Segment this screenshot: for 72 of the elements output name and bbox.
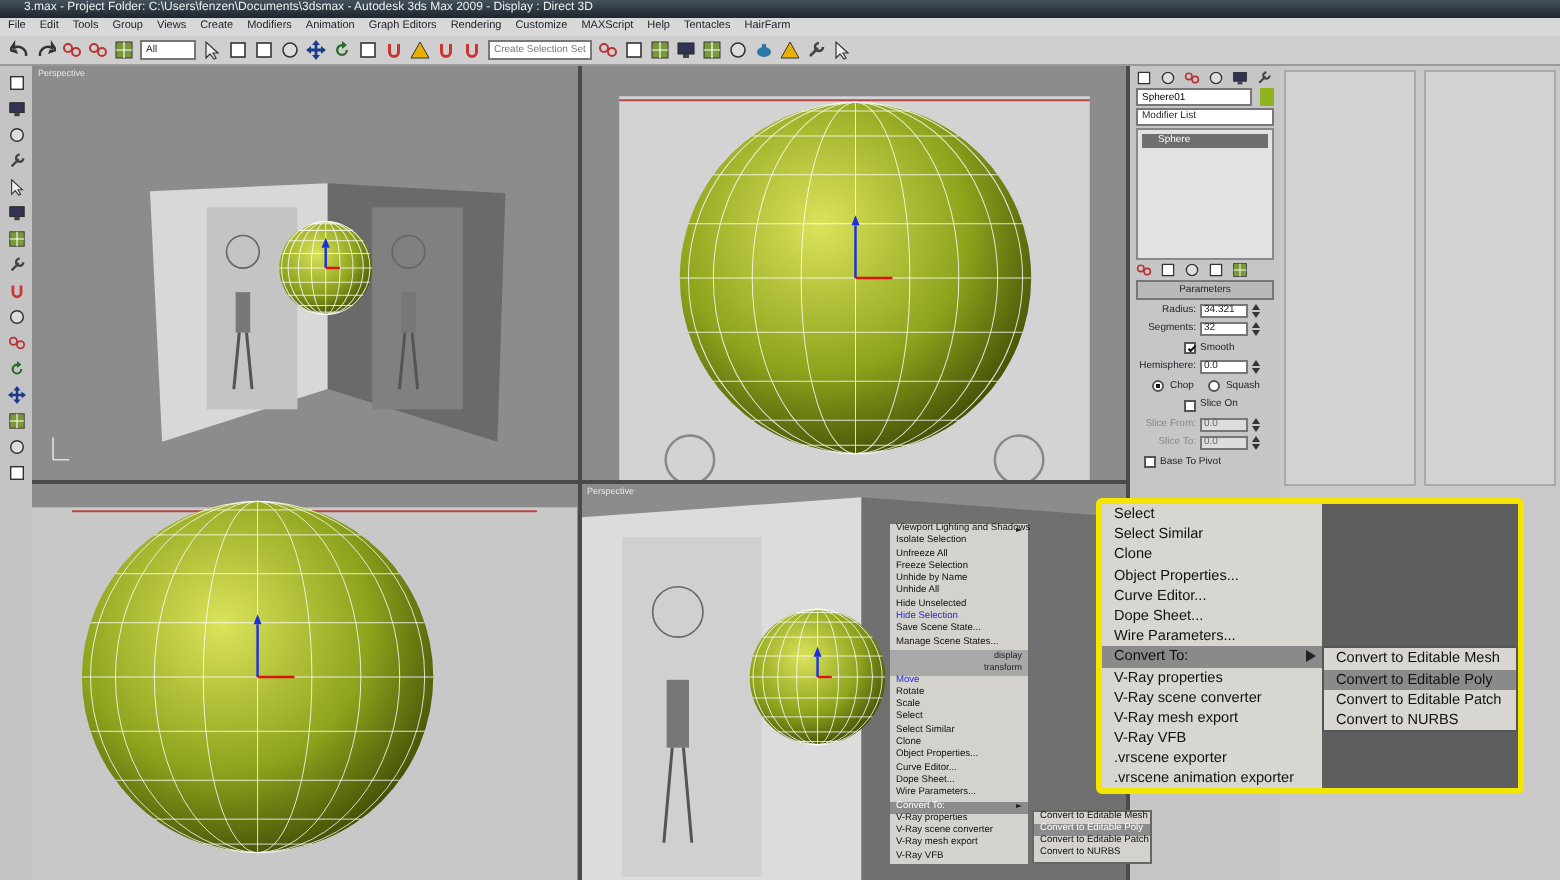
rotate-icon[interactable] (332, 40, 352, 60)
magnet-icon[interactable] (384, 40, 404, 60)
grid-icon[interactable] (114, 40, 134, 60)
square-icon[interactable] (228, 40, 248, 60)
wrench-icon[interactable] (806, 40, 826, 60)
cursor-icon[interactable] (7, 178, 25, 196)
circle-icon[interactable] (1208, 70, 1224, 86)
monitor-icon[interactable] (1232, 70, 1248, 86)
square-icon[interactable] (358, 40, 378, 60)
chain-icon[interactable] (7, 334, 25, 352)
move-gizmo-drawing[interactable] (253, 614, 295, 679)
triangle-icon[interactable] (410, 40, 430, 60)
cursor-icon[interactable] (202, 40, 222, 60)
checkbox[interactable] (1184, 342, 1196, 355)
chain-icon[interactable] (1136, 262, 1152, 278)
circle-icon[interactable] (7, 438, 25, 456)
checkbox[interactable] (1184, 399, 1196, 412)
radio-button[interactable] (1207, 380, 1220, 393)
chain-icon[interactable] (88, 40, 108, 60)
chain-icon[interactable] (62, 40, 82, 60)
square-icon[interactable] (1208, 262, 1224, 278)
monitor-icon[interactable] (7, 100, 25, 118)
viewport[interactable] (581, 66, 1126, 480)
square-icon[interactable] (1160, 262, 1176, 278)
spinner-arrows-icon[interactable] (1252, 303, 1260, 318)
spinner-arrows-icon[interactable] (1252, 436, 1260, 451)
spinner-arrows-icon[interactable] (1252, 417, 1260, 432)
move-icon[interactable] (7, 386, 25, 404)
grid-icon[interactable] (650, 40, 670, 60)
square-icon[interactable] (7, 464, 25, 482)
square-icon[interactable] (624, 40, 644, 60)
radio-button[interactable] (1152, 380, 1164, 393)
circle-icon[interactable] (7, 308, 25, 326)
grid-icon[interactable] (7, 230, 25, 248)
square-icon[interactable] (7, 74, 25, 92)
spinner-arrows-icon[interactable] (1252, 322, 1260, 337)
wrench-icon[interactable] (7, 152, 25, 170)
circle-icon[interactable] (1184, 262, 1200, 278)
chain-icon[interactable] (1184, 70, 1200, 86)
monitor-icon[interactable] (676, 40, 696, 60)
grid-icon[interactable] (702, 40, 722, 60)
submenu-arrow-icon (1016, 804, 1022, 809)
magnet-icon[interactable] (7, 282, 25, 300)
move-gizmo-drawing[interactable] (850, 215, 892, 280)
move-gizmo-drawing[interactable] (812, 646, 831, 679)
grid-icon[interactable] (1232, 262, 1248, 278)
monitor-icon[interactable] (7, 204, 25, 222)
circle-icon[interactable] (1160, 70, 1176, 86)
grid-icon[interactable] (7, 412, 25, 430)
object-color-swatch[interactable] (1260, 88, 1274, 106)
cursor-icon[interactable] (832, 40, 852, 60)
circle-icon[interactable] (728, 40, 748, 60)
move-icon[interactable] (306, 40, 326, 60)
triangle-icon[interactable] (780, 40, 800, 60)
wrench-icon[interactable] (7, 256, 25, 274)
checkbox[interactable] (1144, 456, 1156, 469)
rotate-icon[interactable] (7, 360, 25, 378)
move-gizmo-drawing[interactable] (321, 237, 340, 270)
chain-icon[interactable] (598, 40, 618, 60)
square-icon[interactable] (1136, 70, 1152, 86)
axis-tripod-icon (52, 436, 71, 461)
sphere-drawing[interactable] (678, 101, 1031, 455)
undo-icon[interactable] (10, 40, 30, 60)
sphere-drawing[interactable] (81, 500, 434, 854)
spinner-arrows-icon[interactable] (1252, 360, 1260, 375)
circle-icon[interactable] (7, 126, 25, 144)
redo-icon[interactable] (36, 40, 56, 60)
sphere-drawing[interactable] (748, 608, 885, 746)
sphere-drawing[interactable] (278, 221, 373, 315)
square-icon[interactable] (254, 40, 274, 60)
circle-icon[interactable] (280, 40, 300, 60)
wrench-icon[interactable] (1256, 70, 1272, 86)
